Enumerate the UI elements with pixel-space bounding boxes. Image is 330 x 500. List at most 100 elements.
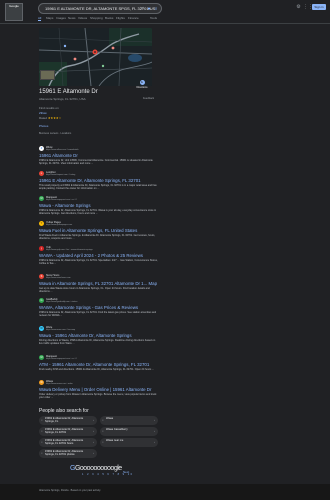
- related-search-chip[interactable]: ⌕ Wawa Casselberry ›: [100, 427, 158, 436]
- result-url[interactable]: https://www.wawa.com › order: [46, 383, 73, 385]
- chip-label: 15961 E Altamonte Dr, Altamonte Springs,…: [45, 439, 84, 445]
- result-snippet: Find nearby ATM and directions. 15961 E …: [39, 368, 155, 371]
- settings-icon[interactable]: ⚙: [295, 4, 302, 11]
- search-result: W Wawa https://www.wawa.com › order Wawa…: [39, 380, 159, 399]
- tab-shopping[interactable]: Shopping: [90, 16, 103, 20]
- result-title[interactable]: Wawa - Altamonte Springs: [39, 203, 159, 208]
- tab-all[interactable]: All: [38, 16, 42, 21]
- footer-location: Altamonte Springs, Florida · Based on yo…: [39, 489, 101, 492]
- search-box[interactable]: 15961 E ALTAMONTE DR, ALTAMONTE SPGS, FL…: [38, 3, 162, 14]
- chip-label: Wawa near me: [106, 439, 124, 442]
- tab-images[interactable]: Images: [56, 16, 66, 20]
- search-icon[interactable]: ⌕: [153, 6, 159, 12]
- wawa-favicon-icon: W: [39, 380, 44, 385]
- search-icon: ⌕: [41, 451, 43, 455]
- result-snippet: 15961 E Altamonte Dr, Altamonte Springs,…: [39, 209, 157, 216]
- place-photo[interactable]: [40, 70, 55, 80]
- result-url[interactable]: https://www.loopnet.com › Listing: [46, 174, 75, 176]
- sign-in-button[interactable]: Sign in: [312, 4, 326, 10]
- result-source: M Mapquest https://www.mapquest.com › us…: [39, 355, 159, 361]
- search-icon: ⌕: [102, 429, 104, 433]
- result-title[interactable]: 15961 E Altamonte Dr, Altamonte Springs,…: [39, 178, 159, 183]
- rating-label: Rated: [39, 116, 48, 120]
- map-graphic: [39, 28, 152, 86]
- clear-icon[interactable]: ✕: [139, 6, 145, 12]
- chip-label: 15961 E Altamonte Dr, Altamonte Springs,…: [45, 450, 84, 456]
- place-title: 15961 E Altamonte Dr: [39, 89, 98, 95]
- result-snippet: This retail property at 15961 E Altamont…: [39, 184, 157, 191]
- search-icon: ⌕: [41, 440, 43, 444]
- search-result: S Store Hours https://www.storehours.com…: [39, 274, 159, 293]
- yellowpages-favicon-icon: Y: [39, 221, 44, 226]
- google-logo[interactable]: Google: [5, 3, 23, 21]
- header: Google 15961 E ALTAMONTE DR, ALTAMONTE S…: [0, 0, 330, 24]
- result-snippet: 15961 E Altamonte Dr, Unit 13596, Commer…: [39, 159, 153, 166]
- mapquest-favicon-icon: M: [39, 355, 44, 360]
- mic-icon[interactable]: ●: [146, 6, 152, 12]
- tab-flights[interactable]: Flights: [116, 16, 125, 20]
- related-search-chip[interactable]: ⌕ 15961 E Altamonte Dr, Altamonte Spring…: [39, 427, 97, 436]
- yelp-favicon-icon: y: [39, 246, 44, 251]
- related-search-chip[interactable]: ⌕ Wawa ›: [100, 416, 158, 425]
- footer: Altamonte Springs, Florida · Based on yo…: [0, 484, 330, 500]
- tab-news[interactable]: News: [68, 16, 76, 20]
- next-page-link[interactable]: Next: [123, 470, 129, 474]
- chevron-right-icon: ›: [154, 429, 155, 433]
- result-title[interactable]: Wawa in Altamonte Springs, FL 32701 Alta…: [39, 281, 159, 286]
- result-url[interactable]: https://www.yellowpages.com: [46, 224, 72, 226]
- result-url[interactable]: https://www.yelp.com › biz › wawa-altamo…: [46, 249, 93, 251]
- related-search-chip[interactable]: ⌕ Wawa near me ›: [100, 438, 158, 447]
- tab-tools[interactable]: Tools: [150, 16, 157, 20]
- result-source: W Wawa https://www.wawa.com › order: [39, 380, 159, 386]
- related-search-chip[interactable]: ⌕ 15961 E Altamonte Dr, Altamonte Spring…: [39, 449, 97, 458]
- search-result: Y Yellow Pages https://www.yellowpages.c…: [39, 221, 159, 240]
- chevron-right-icon: ›: [154, 440, 155, 444]
- result-url[interactable]: https://www.gasbuddy.com › station: [46, 301, 77, 303]
- photos-link[interactable]: Photos: [39, 124, 48, 128]
- tab-finance[interactable]: Finance: [128, 16, 139, 20]
- tab-books[interactable]: Books: [105, 16, 113, 20]
- apps-icon[interactable]: ⋮⋮: [303, 4, 313, 11]
- gasbuddy-favicon-icon: G: [39, 298, 44, 303]
- chevron-right-icon: ›: [93, 451, 94, 455]
- result-source: G GasBuddy https://www.gasbuddy.com › st…: [39, 298, 159, 304]
- map-view[interactable]: [39, 28, 152, 86]
- sources-line: Business reviews · Locations: [39, 132, 72, 135]
- search-result: M Mapquest https://www.mapquest.com › us…: [39, 355, 159, 371]
- result-url[interactable]: https://www.mapquest.com › us › fl: [46, 199, 77, 201]
- result-title[interactable]: Wawa Delivery Menu | Order Online | 1596…: [39, 387, 159, 392]
- related-search-chip[interactable]: ⌕ 15961 E Altamonte Dr, Altamonte Spring…: [39, 438, 97, 447]
- chevron-right-icon: ›: [93, 418, 94, 422]
- result-title[interactable]: 15961 Altamonte Dr: [39, 153, 159, 158]
- tab-videos[interactable]: Videos: [78, 16, 87, 20]
- result-title[interactable]: WAWA, Altamonte Springs - Gas Prices & R…: [39, 305, 159, 310]
- zillow-favicon-icon: Z: [39, 146, 44, 151]
- waze-favicon-icon: W: [39, 326, 44, 331]
- result-snippet: 15961 E Altamonte Dr, Altamonte Springs,…: [39, 311, 157, 318]
- zillow-link[interactable]: Zillow: [39, 111, 47, 115]
- chip-label: Wawa Casselberry: [106, 428, 128, 431]
- result-url[interactable]: https://www.mapquest.com › us › fl: [46, 358, 77, 360]
- result-url[interactable]: https://www.storehours.com: [46, 277, 71, 279]
- result-title[interactable]: Wawa Fuel in Altamonte Springs, FL Unite…: [39, 228, 159, 233]
- search-result: G GasBuddy https://www.gasbuddy.com › st…: [39, 298, 159, 317]
- result-source: S Store Hours https://www.storehours.com: [39, 274, 159, 280]
- search-icon: ⌕: [102, 440, 104, 444]
- feedback-link[interactable]: Feedback: [143, 97, 154, 100]
- directions-label: Directions: [136, 86, 148, 89]
- directions-button[interactable]: ➤ Directions: [136, 80, 148, 89]
- result-title[interactable]: WAWA - Updated April 2024 - 2 Photos & 2…: [39, 253, 159, 258]
- related-search-chip[interactable]: ⌕ 15961 E Altamonte Dr, Altamonte Spring…: [39, 416, 97, 425]
- result-source: M Mapquest https://www.mapquest.com › us…: [39, 196, 159, 202]
- divider: [0, 23, 330, 24]
- result-url[interactable]: https://www.waze.com › live-map: [46, 329, 75, 331]
- result-title[interactable]: Wawa - 15961 Altamonte Dr, Altamonte Spr…: [39, 333, 159, 338]
- chip-label: 15961 E Altamonte Dr, Altamonte Springs,…: [45, 417, 84, 423]
- result-snippet: Order delivery or pickup from Wawa in Al…: [39, 393, 157, 400]
- result-url[interactable]: https://www.zillow.com › homedetails: [46, 149, 78, 151]
- result-title[interactable]: ATM - 15961 Altamonte Dr, Altamonte Spri…: [39, 362, 159, 367]
- search-result: L LoopNet https://www.loopnet.com › List…: [39, 171, 159, 190]
- tab-maps[interactable]: Maps: [46, 16, 53, 20]
- result-source: L LoopNet https://www.loopnet.com › List…: [39, 171, 159, 177]
- chevron-right-icon: ›: [93, 429, 94, 433]
